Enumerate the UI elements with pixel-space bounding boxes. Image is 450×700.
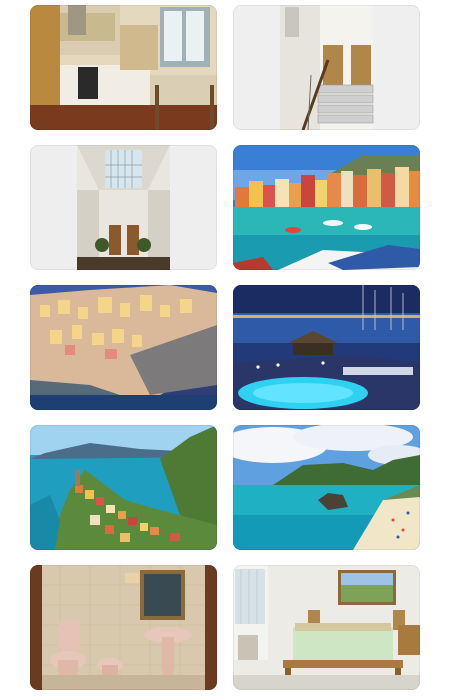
courtyard-image bbox=[30, 145, 217, 270]
photo-bedroom[interactable] bbox=[233, 565, 420, 690]
kitchen-image bbox=[30, 5, 217, 130]
photo-harbor-village[interactable] bbox=[233, 145, 420, 270]
photo-gallery bbox=[30, 5, 420, 690]
coastal-village-image bbox=[30, 425, 217, 550]
stairwell-image bbox=[233, 5, 420, 130]
photo-coastal-village-aerial[interactable] bbox=[30, 425, 217, 550]
photo-bathroom[interactable] bbox=[30, 565, 217, 690]
pool-marina-image bbox=[233, 285, 420, 410]
bedroom-image bbox=[233, 565, 420, 690]
photo-kitchen[interactable] bbox=[30, 5, 217, 130]
photo-cliff-village-night[interactable] bbox=[30, 285, 217, 410]
photo-skylight-courtyard[interactable] bbox=[30, 145, 217, 270]
bathroom-image bbox=[30, 565, 217, 690]
cliff-village-image bbox=[30, 285, 217, 410]
photo-beach-cove[interactable] bbox=[233, 425, 420, 550]
photo-pool-marina-night[interactable] bbox=[233, 285, 420, 410]
photo-stairwell[interactable] bbox=[233, 5, 420, 130]
harbor-image bbox=[233, 145, 420, 270]
beach-cove-image bbox=[233, 425, 420, 550]
